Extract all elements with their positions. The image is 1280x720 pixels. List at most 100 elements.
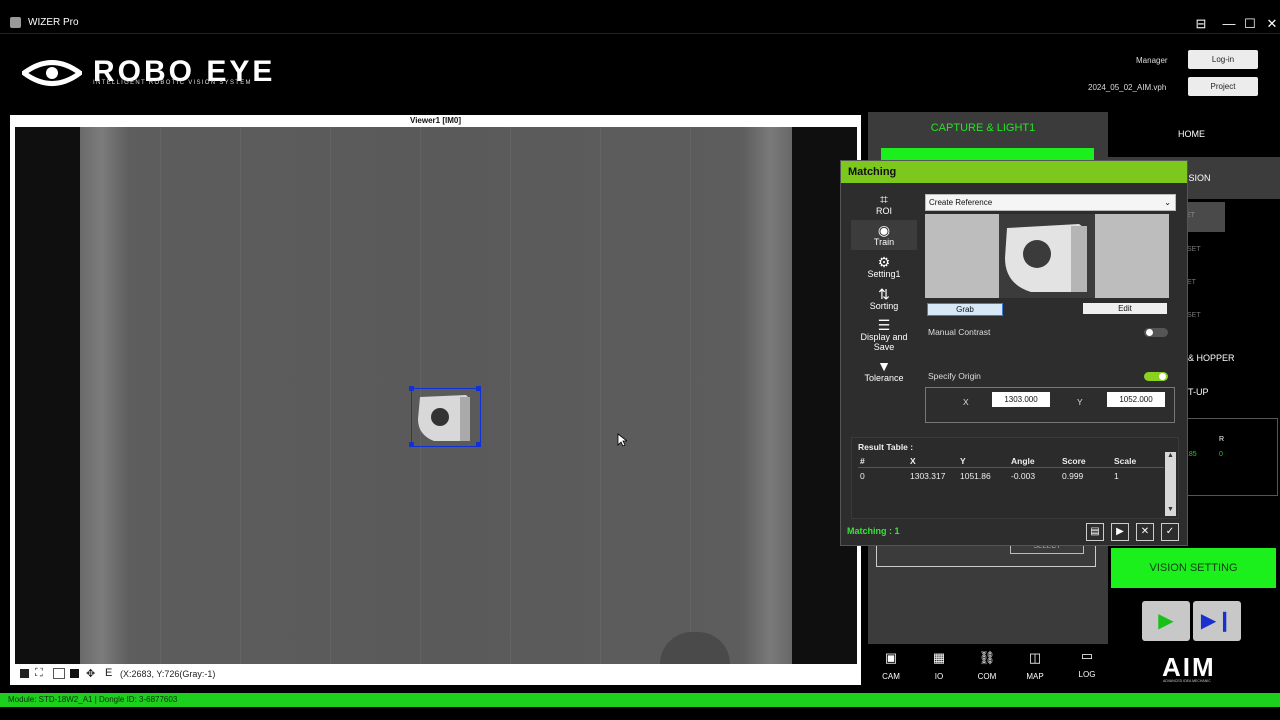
project-button[interactable]: Project bbox=[1188, 77, 1258, 96]
step-button[interactable]: ▶❙ bbox=[1193, 601, 1241, 641]
col-score: Score bbox=[1062, 456, 1086, 466]
cursor-icon bbox=[617, 433, 627, 447]
origin-x-label: X bbox=[963, 397, 969, 407]
nav-cam[interactable]: ▣ CAM bbox=[871, 650, 911, 681]
side-setting1[interactable]: ⚙ Setting1 bbox=[851, 255, 917, 279]
run-icon[interactable]: ▶ bbox=[1111, 523, 1129, 541]
menu-sub-item[interactable]: SET bbox=[1187, 246, 1201, 253]
origin-y-input[interactable]: 1052.000 bbox=[1107, 392, 1165, 407]
table-cell[interactable]: -0.003 bbox=[1011, 471, 1035, 481]
table-cell[interactable]: 1051.86 bbox=[960, 471, 991, 481]
login-button[interactable]: Log-in bbox=[1188, 50, 1258, 69]
viewer-status-row: ⛶ ✥ E (X:2683, Y:726(Gray:-1) bbox=[15, 666, 857, 683]
side-display-save[interactable]: ☰ Display and Save bbox=[851, 318, 917, 352]
vision-setting-button[interactable]: VISION SETTING bbox=[1111, 548, 1276, 588]
minimize-button[interactable]: — bbox=[1220, 16, 1238, 32]
origin-x-input[interactable]: 1303.000 bbox=[992, 392, 1050, 407]
reference-image bbox=[999, 214, 1095, 298]
title-bar: WIZER Pro ⊟ — ☐ ✕ bbox=[0, 0, 1280, 34]
image-icon[interactable] bbox=[53, 668, 65, 679]
match-roi-box[interactable] bbox=[409, 386, 481, 447]
roi-handle[interactable] bbox=[476, 386, 481, 391]
specify-origin-label: Specify Origin bbox=[928, 371, 981, 381]
chevron-down-icon: ⌄ bbox=[1164, 198, 1171, 207]
log-icon: ▭ bbox=[1080, 648, 1094, 663]
specify-origin-toggle[interactable] bbox=[1144, 372, 1168, 381]
edit-button[interactable]: Edit bbox=[1083, 303, 1167, 314]
stop-icon[interactable] bbox=[70, 669, 79, 678]
table-scrollbar[interactable]: ▲ ▼ bbox=[1165, 452, 1176, 516]
user-label: Manager bbox=[1136, 56, 1168, 65]
side-train[interactable]: ◉ Train bbox=[851, 220, 917, 250]
mode-dropdown[interactable]: Create Reference ⌄ bbox=[925, 194, 1176, 211]
roi-handle[interactable] bbox=[409, 442, 414, 447]
viewer-title: Viewer1 [IM0] bbox=[410, 116, 461, 125]
io-icon: ▦ bbox=[932, 650, 946, 665]
scroll-up-icon[interactable]: ▲ bbox=[1167, 452, 1174, 459]
move-icon[interactable]: ✥ bbox=[86, 667, 95, 680]
viewer-canvas[interactable] bbox=[15, 127, 857, 664]
project-file-label: 2024_05_02_AIM.vph bbox=[1088, 83, 1167, 92]
table-cell[interactable]: 0.999 bbox=[1062, 471, 1083, 481]
aim-tagline: ADVANCED IDEA MECHANIC bbox=[1163, 679, 1211, 683]
side-roi[interactable]: ⌗ ROI bbox=[851, 192, 917, 216]
roi-handle[interactable] bbox=[409, 386, 414, 391]
module-status-bar: Module: STD-18W2_A1 | Dongle ID: 3-68776… bbox=[0, 693, 1280, 707]
map-icon: ◫ bbox=[1028, 650, 1042, 665]
link-icon: ⛓ bbox=[978, 650, 996, 665]
list-icon: ☰ bbox=[877, 317, 891, 333]
crop-icon: ⌗ bbox=[880, 191, 888, 207]
nav-log[interactable]: ▭ LOG bbox=[1067, 648, 1107, 679]
window-title: WIZER Pro bbox=[28, 17, 79, 28]
table-cell[interactable]: 1303.317 bbox=[910, 471, 945, 481]
play-button[interactable]: ▶ bbox=[1142, 601, 1190, 641]
nav-io[interactable]: ▦ IO bbox=[919, 650, 959, 681]
confirm-icon[interactable]: ✓ bbox=[1161, 523, 1179, 541]
result-table-title: Result Table : bbox=[858, 442, 914, 452]
table-cell[interactable]: 0 bbox=[860, 471, 865, 481]
scroll-down-icon[interactable]: ▼ bbox=[1167, 506, 1174, 513]
brand-tagline: INTELLIGENT ROBOTIC VISION SYSTEM bbox=[93, 80, 252, 86]
capture-title: CAPTURE & LIGHT1 bbox=[930, 122, 1036, 134]
origin-y-label: Y bbox=[1077, 397, 1083, 407]
side-sorting[interactable]: ⇅ Sorting bbox=[851, 287, 917, 311]
train-icon: ◉ bbox=[877, 222, 891, 238]
menu-setup[interactable]: T-UP bbox=[1188, 387, 1209, 397]
cancel-icon[interactable]: ✕ bbox=[1136, 523, 1154, 541]
menu-sub-item[interactable]: SET bbox=[1187, 312, 1201, 319]
matching-dialog: Matching ⌗ ROI ◉ Train ⚙ Setting1 ⇅ Sorting … bbox=[840, 160, 1188, 546]
image-viewer: Viewer1 [IM0] ⛶ ✥ E (X:2683, Y:726(Gray:… bbox=[10, 115, 861, 685]
bottom-nav: ▣ CAM ▦ IO ⛓ COM ◫ MAP ▭ LOG bbox=[868, 644, 1108, 690]
table-cell[interactable]: 1 bbox=[1114, 471, 1119, 481]
capture-status-bar bbox=[881, 148, 1094, 160]
maximize-button[interactable]: ☐ bbox=[1241, 16, 1259, 32]
dialog-title-bar[interactable]: Matching bbox=[841, 161, 1187, 183]
cursor-readout: (X:2683, Y:726(Gray:-1) bbox=[120, 669, 216, 679]
tool-letter[interactable]: E bbox=[105, 667, 112, 679]
roi-handle[interactable] bbox=[476, 442, 481, 447]
reference-preview bbox=[925, 214, 1169, 298]
fit-icon[interactable]: ⛶ bbox=[35, 667, 43, 680]
origin-box: X 1303.000 Y 1052.000 bbox=[925, 387, 1175, 423]
gear-icon: ⚙ bbox=[877, 254, 891, 270]
manual-contrast-toggle[interactable] bbox=[1144, 328, 1168, 337]
menu-home[interactable]: HOME bbox=[1178, 129, 1205, 139]
close-button[interactable]: ✕ bbox=[1263, 16, 1280, 32]
menu-vision[interactable]: ISION bbox=[1186, 173, 1211, 183]
table-export-icon[interactable]: ▤ bbox=[1086, 523, 1104, 541]
menu-sub-item[interactable]: ET bbox=[1187, 279, 1196, 286]
tray-icon[interactable]: ⊟ bbox=[1192, 16, 1210, 32]
col-x: X bbox=[910, 456, 916, 466]
result-table: Result Table : # X Y Angle Score Scale 0… bbox=[851, 437, 1179, 519]
col-scale: Scale bbox=[1114, 456, 1137, 466]
menu-sub-set[interactable]: ET bbox=[1184, 202, 1225, 232]
app-icon bbox=[10, 17, 21, 28]
grab-button[interactable]: Grab bbox=[927, 303, 1003, 316]
manual-contrast-label: Manual Contrast bbox=[928, 327, 991, 337]
nav-com[interactable]: ⛓ COM bbox=[967, 650, 1007, 681]
nav-map[interactable]: ◫ MAP bbox=[1015, 650, 1055, 681]
side-tolerance[interactable]: ▼ Tolerance bbox=[851, 359, 917, 383]
menu-hopper[interactable]: & HOPPER bbox=[1188, 353, 1235, 363]
col-index: # bbox=[860, 456, 865, 466]
image-mode-icon[interactable] bbox=[20, 669, 29, 678]
